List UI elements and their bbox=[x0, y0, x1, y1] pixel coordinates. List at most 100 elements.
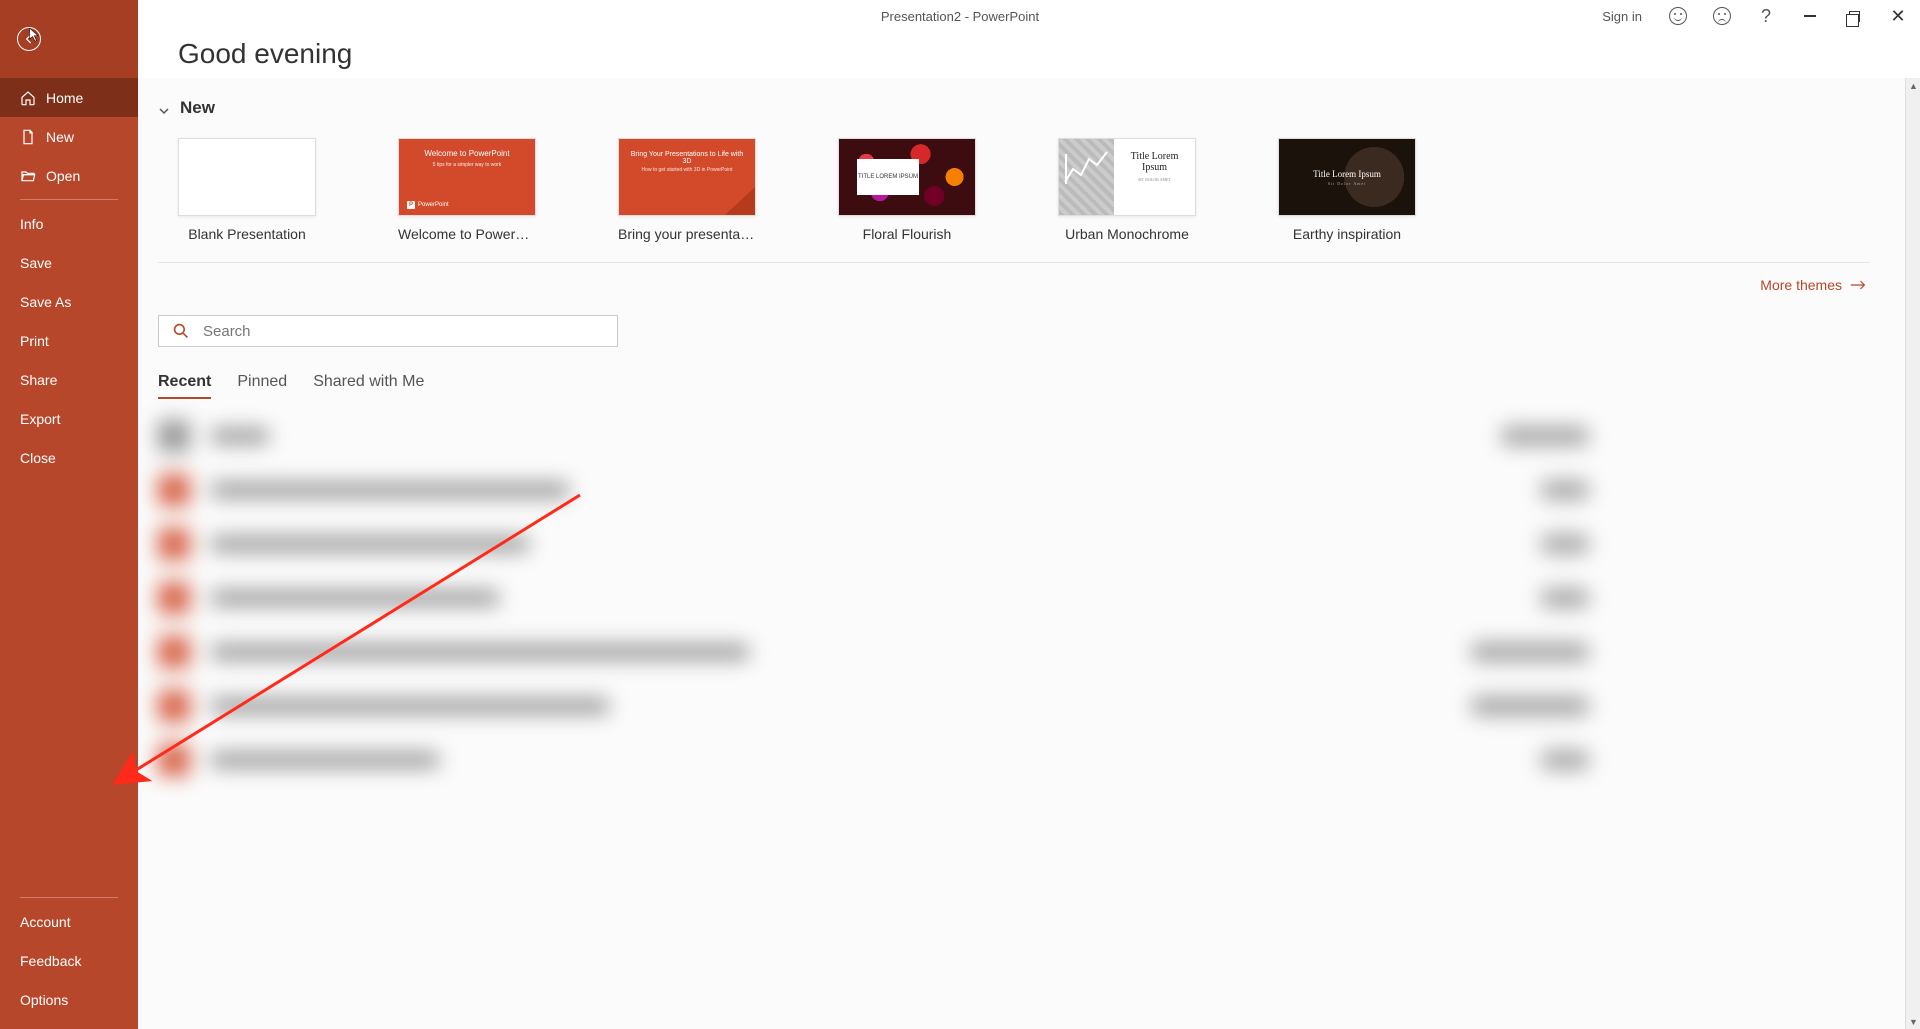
window-title: Presentation2 - PowerPoint bbox=[881, 9, 1039, 24]
feedback-happy-icon[interactable] bbox=[1666, 4, 1690, 28]
sidebar-label: Open bbox=[46, 168, 80, 184]
template-thumb: Welcome to PowerPoint 5 tips for a simpl… bbox=[398, 138, 536, 216]
sidebar-item-save[interactable]: Save bbox=[0, 243, 138, 282]
template-label: Earthy inspiration bbox=[1278, 226, 1416, 242]
sidebar-item-open[interactable]: Open bbox=[0, 156, 138, 195]
template-label: Bring your presentations to... bbox=[618, 226, 756, 242]
template-thumb: Title Lorem Ipsum SIT DOLOR AMET bbox=[1058, 138, 1196, 216]
template-thumb: TITLE LOREM IPSUM bbox=[838, 138, 976, 216]
sidebar-item-options[interactable]: Options bbox=[0, 980, 138, 1019]
templates-row: Blank Presentation Welcome to PowerPoint… bbox=[158, 138, 1870, 256]
template-thumb: Bring Your Presentations to Life with 3D… bbox=[618, 138, 756, 216]
template-label: Floral Flourish bbox=[838, 226, 976, 242]
list-item bbox=[158, 571, 1870, 625]
backstage-sidebar: Home New Open Info Save Save As Print Sh… bbox=[0, 0, 138, 1029]
template-label: Blank Presentation bbox=[178, 226, 316, 242]
section-label: New bbox=[180, 98, 215, 118]
scroll-down-icon[interactable]: ▼ bbox=[1906, 1014, 1920, 1029]
thumb-title: Title Lorem Ipsum bbox=[1122, 151, 1187, 173]
thumb-image bbox=[1059, 139, 1114, 215]
template-bring[interactable]: Bring Your Presentations to Life with 3D… bbox=[618, 138, 756, 242]
titlebar-controls: Sign in ? ✕ bbox=[1602, 0, 1910, 32]
sidebar-item-new[interactable]: New bbox=[0, 117, 138, 156]
list-item bbox=[158, 517, 1870, 571]
recent-files-list-blurred bbox=[158, 409, 1870, 787]
sidebar-label: Home bbox=[46, 90, 83, 106]
list-item bbox=[158, 733, 1870, 787]
sidebar-item-close[interactable]: Close bbox=[0, 438, 138, 477]
list-item bbox=[158, 409, 1870, 463]
sidebar-label: Close bbox=[20, 450, 56, 466]
sidebar-divider bbox=[20, 199, 118, 200]
thumb-title: TITLE LOREM IPSUM bbox=[857, 159, 919, 195]
tab-pinned[interactable]: Pinned bbox=[237, 373, 287, 399]
arrow-right-icon bbox=[1850, 279, 1866, 291]
more-themes-link[interactable]: More themes bbox=[158, 262, 1870, 307]
sidebar-label: New bbox=[46, 129, 74, 145]
template-urban[interactable]: Title Lorem Ipsum SIT DOLOR AMET Urban M… bbox=[1058, 138, 1196, 242]
open-folder-icon bbox=[20, 168, 36, 184]
sidebar-item-info[interactable]: Info bbox=[0, 204, 138, 243]
sidebar-label: Save As bbox=[20, 294, 71, 310]
template-blank[interactable]: Blank Presentation bbox=[178, 138, 316, 242]
list-item bbox=[158, 463, 1870, 517]
sidebar-item-share[interactable]: Share bbox=[0, 360, 138, 399]
search-input[interactable] bbox=[203, 323, 603, 340]
thumb-subtitle: 5 tips for a simpler way to work bbox=[407, 162, 527, 168]
new-section-toggle[interactable]: New bbox=[158, 98, 1870, 118]
sidebar-label: Account bbox=[20, 914, 71, 930]
thumb-subtitle: SIT DOLOR AMET bbox=[1122, 177, 1187, 182]
feedback-sad-icon[interactable] bbox=[1710, 4, 1734, 28]
vertical-scrollbar[interactable]: ▲ ▼ bbox=[1905, 78, 1920, 1029]
sidebar-item-export[interactable]: Export bbox=[0, 399, 138, 438]
home-icon bbox=[20, 90, 36, 106]
chevron-down-icon bbox=[158, 102, 170, 114]
thumb-decor bbox=[725, 187, 755, 215]
template-earthy[interactable]: Title Lorem Ipsum Sit Dolor Amet Earthy … bbox=[1278, 138, 1416, 242]
thumb-title: Title Lorem Ipsum bbox=[1313, 169, 1381, 179]
sidebar-label: Options bbox=[20, 992, 68, 1008]
main-body: New Blank Presentation Welcome to PowerP… bbox=[138, 78, 1905, 1029]
sidebar-item-home[interactable]: Home bbox=[0, 78, 138, 117]
thumb-title: Bring Your Presentations to Life with 3D bbox=[627, 151, 747, 165]
sidebar-label: Export bbox=[20, 411, 60, 427]
recent-tabs: Recent Pinned Shared with Me bbox=[158, 373, 1870, 399]
sign-in-link[interactable]: Sign in bbox=[1602, 9, 1642, 24]
thumb-subtitle: Sit Dolor Amet bbox=[1328, 181, 1366, 186]
restore-button[interactable] bbox=[1842, 4, 1866, 28]
close-button[interactable]: ✕ bbox=[1886, 4, 1910, 28]
sidebar-label: Save bbox=[20, 255, 52, 271]
sidebar-item-save-as[interactable]: Save As bbox=[0, 282, 138, 321]
powerpoint-logo-icon: P PowerPoint bbox=[407, 201, 449, 209]
sidebar-divider bbox=[20, 897, 118, 898]
sidebar-label: Print bbox=[20, 333, 49, 349]
tab-shared[interactable]: Shared with Me bbox=[313, 373, 424, 399]
sidebar-label: Info bbox=[20, 216, 43, 232]
new-file-icon bbox=[20, 129, 36, 145]
sidebar-spacer bbox=[0, 477, 138, 893]
main-area: Good evening New Blank Presentation Welc… bbox=[138, 0, 1920, 1029]
sidebar-item-print[interactable]: Print bbox=[0, 321, 138, 360]
sidebar-bottom-group: Account Feedback Options bbox=[0, 902, 138, 1029]
sidebar-item-account[interactable]: Account bbox=[0, 902, 138, 941]
greeting-title: Good evening bbox=[178, 38, 1920, 70]
template-thumb: Title Lorem Ipsum Sit Dolor Amet bbox=[1278, 138, 1416, 216]
title-bar: Presentation2 - PowerPoint Sign in ? ✕ bbox=[0, 0, 1920, 32]
list-item bbox=[158, 625, 1870, 679]
template-floral[interactable]: TITLE LOREM IPSUM Floral Flourish bbox=[838, 138, 976, 242]
list-item bbox=[158, 679, 1870, 733]
tab-recent[interactable]: Recent bbox=[158, 373, 211, 399]
minimize-button[interactable] bbox=[1798, 4, 1822, 28]
scroll-up-icon[interactable]: ▲ bbox=[1906, 78, 1920, 93]
thumb-title: Welcome to PowerPoint bbox=[407, 149, 527, 158]
sidebar-item-feedback[interactable]: Feedback bbox=[0, 941, 138, 980]
help-icon[interactable]: ? bbox=[1754, 4, 1778, 28]
template-label: Welcome to PowerPoint bbox=[398, 226, 536, 242]
sidebar-label: Share bbox=[20, 372, 57, 388]
thumb-subtitle: How to get started with 3D in PowerPoint bbox=[627, 167, 747, 173]
more-themes-label: More themes bbox=[1760, 277, 1842, 293]
search-box[interactable] bbox=[158, 315, 618, 347]
template-thumb bbox=[178, 138, 316, 216]
search-icon bbox=[173, 323, 189, 339]
template-welcome[interactable]: Welcome to PowerPoint 5 tips for a simpl… bbox=[398, 138, 536, 242]
